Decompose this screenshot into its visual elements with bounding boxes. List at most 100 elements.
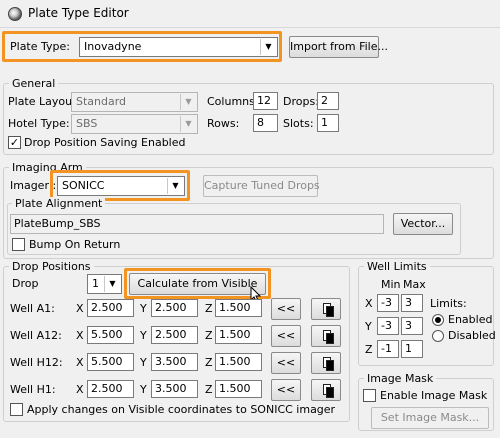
app-icon [8, 7, 22, 21]
plate-alignment-field[interactable]: PlateBump_SBS [10, 214, 384, 234]
plate-alignment-legend: Plate Alignment [12, 197, 106, 211]
slots-field[interactable]: 1 [317, 114, 339, 132]
set-image-mask-button[interactable]: Set Image Mask... [371, 407, 489, 429]
hotel-type-value: SBS [76, 117, 98, 130]
chevron-down-icon[interactable]: ▼ [260, 39, 276, 55]
drop-label: Drop [12, 277, 39, 290]
copy-icon[interactable] [311, 325, 341, 347]
limit-z-min-field[interactable]: -1 [377, 340, 399, 358]
well-limits-legend: Well Limits [364, 260, 430, 274]
imager-value: SONICC [62, 179, 105, 192]
well-h12-z-field[interactable]: 1.500 [215, 353, 262, 371]
well-h12-set-button[interactable]: << [271, 352, 301, 374]
chevron-down-icon[interactable]: ▼ [167, 178, 183, 194]
drop-positions-legend: Drop Positions [9, 260, 94, 274]
vector-button[interactable]: Vector... [393, 213, 453, 235]
well-a12-set-button[interactable]: << [271, 325, 301, 347]
well-h1-label: Well H1: [10, 383, 56, 396]
rows-label: Rows: [207, 117, 240, 130]
copy-icon[interactable] [311, 379, 341, 401]
enable-image-mask-checkbox[interactable] [363, 389, 376, 402]
chevron-down-icon[interactable]: ▼ [104, 276, 120, 292]
well-a12-y-label: Y [140, 329, 147, 342]
well-h1-x-field[interactable]: 2.500 [87, 380, 134, 398]
columns-field[interactable]: 12 [253, 92, 278, 110]
well-a1-z-label: Z [205, 302, 213, 315]
bump-on-return-label[interactable]: Bump On Return [29, 238, 120, 252]
well-h1-z-label: Z [205, 383, 213, 396]
limits-label: Limits: [430, 297, 467, 310]
well-h12-label: Well H12: [10, 356, 63, 369]
chevron-down-icon: ▼ [180, 116, 196, 132]
plate-type-value: Inovadyne [84, 40, 142, 53]
well-h12-x-field[interactable]: 5.500 [87, 353, 134, 371]
image-mask-legend: Image Mask [364, 372, 437, 386]
well-a1-label: Well A1: [10, 302, 55, 315]
limit-y-min-field[interactable]: -3 [377, 317, 399, 335]
hotel-type-select[interactable]: SBS ▼ [71, 114, 198, 134]
drop-select[interactable]: 1 ▼ [87, 274, 122, 294]
copy-icon[interactable] [311, 298, 341, 320]
well-h12-y-label: Y [140, 356, 147, 369]
well-h1-y-label: Y [140, 383, 147, 396]
well-h12-x-label: X [76, 356, 84, 369]
well-h1-set-button[interactable]: << [271, 379, 301, 401]
enable-image-mask-label[interactable]: Enable Image Mask [380, 389, 487, 403]
well-a1-y-field[interactable]: 2.500 [151, 299, 198, 317]
limit-x-max-field[interactable]: 3 [401, 294, 423, 312]
limit-z-max-field[interactable]: 1 [401, 340, 423, 358]
plate-layout-select[interactable]: Standard ▼ [71, 92, 198, 112]
well-a12-label: Well A12: [10, 329, 62, 342]
imager-label: Imager : [10, 179, 57, 192]
plate-layout-value: Standard [76, 95, 127, 108]
limit-x-min-field[interactable]: -3 [377, 294, 399, 312]
general-legend: General [9, 77, 59, 91]
limit-x-label: X [365, 297, 373, 310]
import-from-file-button[interactable]: Import from File... [289, 36, 388, 58]
copy-icon[interactable] [311, 352, 341, 374]
max-label: Max [403, 278, 426, 291]
chevron-down-icon: ▼ [180, 94, 196, 110]
min-label: Min [381, 278, 401, 291]
columns-label: Columns: [207, 95, 259, 108]
imager-select[interactable]: SONICC ▼ [57, 176, 185, 196]
check-icon: ✓ [9, 136, 20, 149]
drop-saving-label[interactable]: Drop Position Saving Enabled [24, 136, 185, 150]
drop-value: 1 [92, 277, 99, 290]
well-a12-z-field[interactable]: 1.500 [215, 326, 262, 344]
well-h12-z-label: Z [205, 356, 213, 369]
drops-field[interactable]: 2 [317, 92, 339, 110]
well-a12-z-label: Z [205, 329, 213, 342]
well-h1-y-field[interactable]: 3.500 [151, 380, 198, 398]
hotel-type-label: Hotel Type: [8, 117, 70, 130]
limits-enabled-label[interactable]: Enabled [448, 313, 492, 327]
apply-visible-label[interactable]: Apply changes on Visible coordinates to … [27, 403, 335, 417]
limits-disabled-radio[interactable] [432, 330, 444, 342]
limit-z-label: Z [365, 343, 373, 356]
calculate-from-visible-button[interactable]: Calculate from Visible [129, 273, 266, 295]
apply-visible-checkbox[interactable] [10, 403, 23, 416]
drop-saving-checkbox[interactable]: ✓ [8, 136, 21, 149]
well-a1-x-field[interactable]: 2.500 [87, 299, 134, 317]
window-title: Plate Type Editor [28, 6, 129, 20]
drops-label: Drops: [283, 95, 319, 108]
imaging-arm-legend: Imaging Arm [9, 161, 86, 175]
well-a12-y-field[interactable]: 2.500 [151, 326, 198, 344]
well-a12-x-label: X [76, 329, 84, 342]
plate-layout-label: Plate Layout: [8, 95, 81, 108]
well-a1-set-button[interactable]: << [271, 298, 301, 320]
limits-enabled-radio[interactable] [432, 314, 444, 326]
well-h12-y-field[interactable]: 3.500 [151, 353, 198, 371]
well-a1-y-label: Y [140, 302, 147, 315]
limit-y-label: Y [365, 320, 372, 333]
well-a1-z-field[interactable]: 1.500 [215, 299, 262, 317]
limits-disabled-label[interactable]: Disabled [448, 329, 496, 343]
well-a12-x-field[interactable]: 5.500 [87, 326, 134, 344]
rows-field[interactable]: 8 [253, 114, 278, 132]
capture-tuned-drops-button[interactable]: Capture Tuned Drops [203, 175, 320, 197]
bump-on-return-checkbox[interactable] [12, 238, 25, 251]
plate-type-select[interactable]: Inovadyne ▼ [79, 37, 278, 57]
well-h1-x-label: X [76, 383, 84, 396]
limit-y-max-field[interactable]: 3 [401, 317, 423, 335]
well-h1-z-field[interactable]: 1.500 [215, 380, 262, 398]
